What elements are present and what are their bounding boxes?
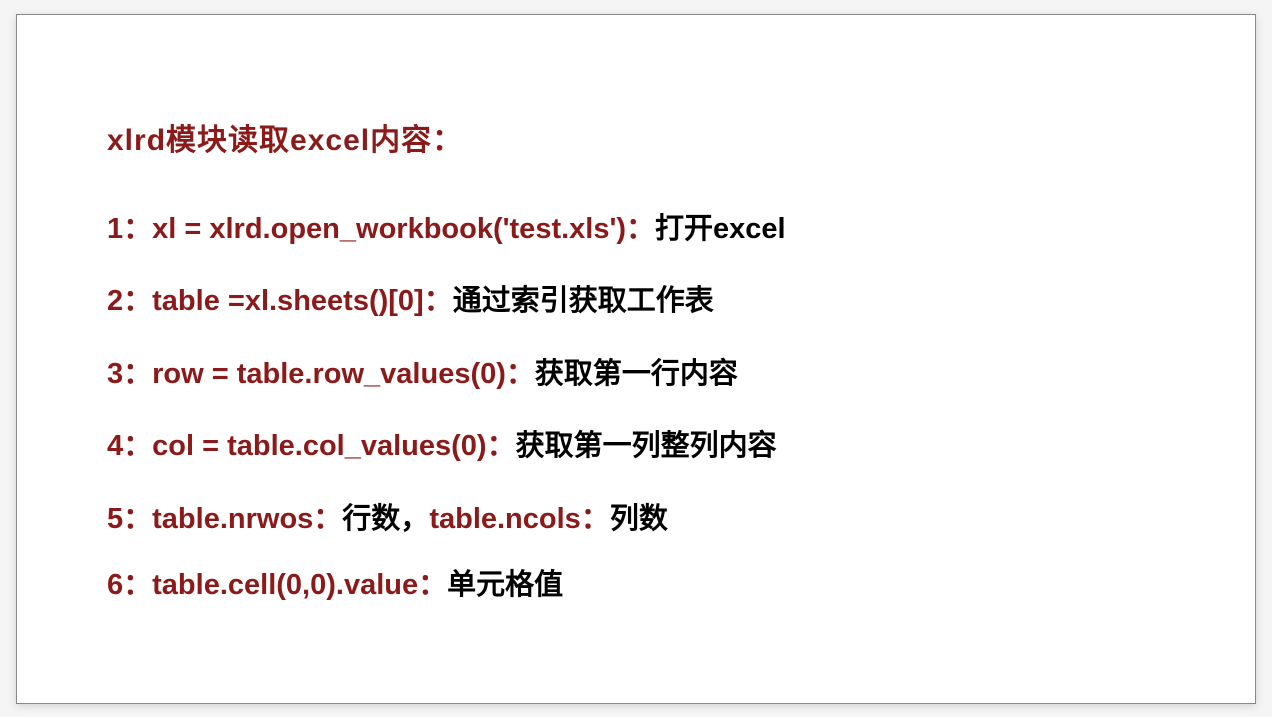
line-3-desc: 获取第一行内容: [535, 358, 738, 390]
line-4-num: 4：: [107, 430, 152, 462]
line-5-num: 5：: [107, 503, 152, 535]
line-4: 4：col = table.col_values(0)：获取第一列整列内容: [107, 426, 1165, 467]
slide-container: xlrd模块读取excel内容： 1：xl = xlrd.open_workbo…: [16, 14, 1256, 704]
slide-title: xlrd模块读取excel内容：: [107, 115, 1165, 159]
line-1: 1：xl = xlrd.open_workbook('test.xls')：打开…: [107, 209, 1165, 250]
line-1-desc: 打开excel: [655, 213, 786, 245]
line-6: 6：table.cell(0,0).value：单元格值: [107, 565, 1165, 606]
line-6-code: table.cell(0,0).value：: [152, 569, 447, 601]
line-4-desc: 获取第一列整列内容: [516, 430, 777, 462]
line-5-code2: table.ncols：: [429, 503, 610, 535]
line-6-num: 6：: [107, 569, 152, 601]
line-5-desc1: 行数，: [342, 503, 429, 535]
line-2: 2：table =xl.sheets()[0]：通过索引获取工作表: [107, 281, 1165, 322]
line-1-code: xl = xlrd.open_workbook('test.xls')：: [152, 213, 655, 245]
line-5: 5：table.nrwos：行数，table.ncols：列数: [107, 499, 1165, 540]
line-4-code: col = table.col_values(0)：: [152, 430, 515, 462]
line-6-desc: 单元格值: [447, 569, 563, 601]
line-3-num: 3：: [107, 358, 152, 390]
line-2-code: table =xl.sheets()[0]：: [152, 285, 453, 317]
line-1-num: 1：: [107, 213, 152, 245]
line-5-desc2: 列数: [610, 503, 668, 535]
line-2-num: 2：: [107, 285, 152, 317]
line-3-code: row = table.row_values(0)：: [152, 358, 535, 390]
line-2-desc: 通过索引获取工作表: [453, 285, 714, 317]
line-5-code1: table.nrwos：: [152, 503, 342, 535]
line-3: 3：row = table.row_values(0)：获取第一行内容: [107, 354, 1165, 395]
